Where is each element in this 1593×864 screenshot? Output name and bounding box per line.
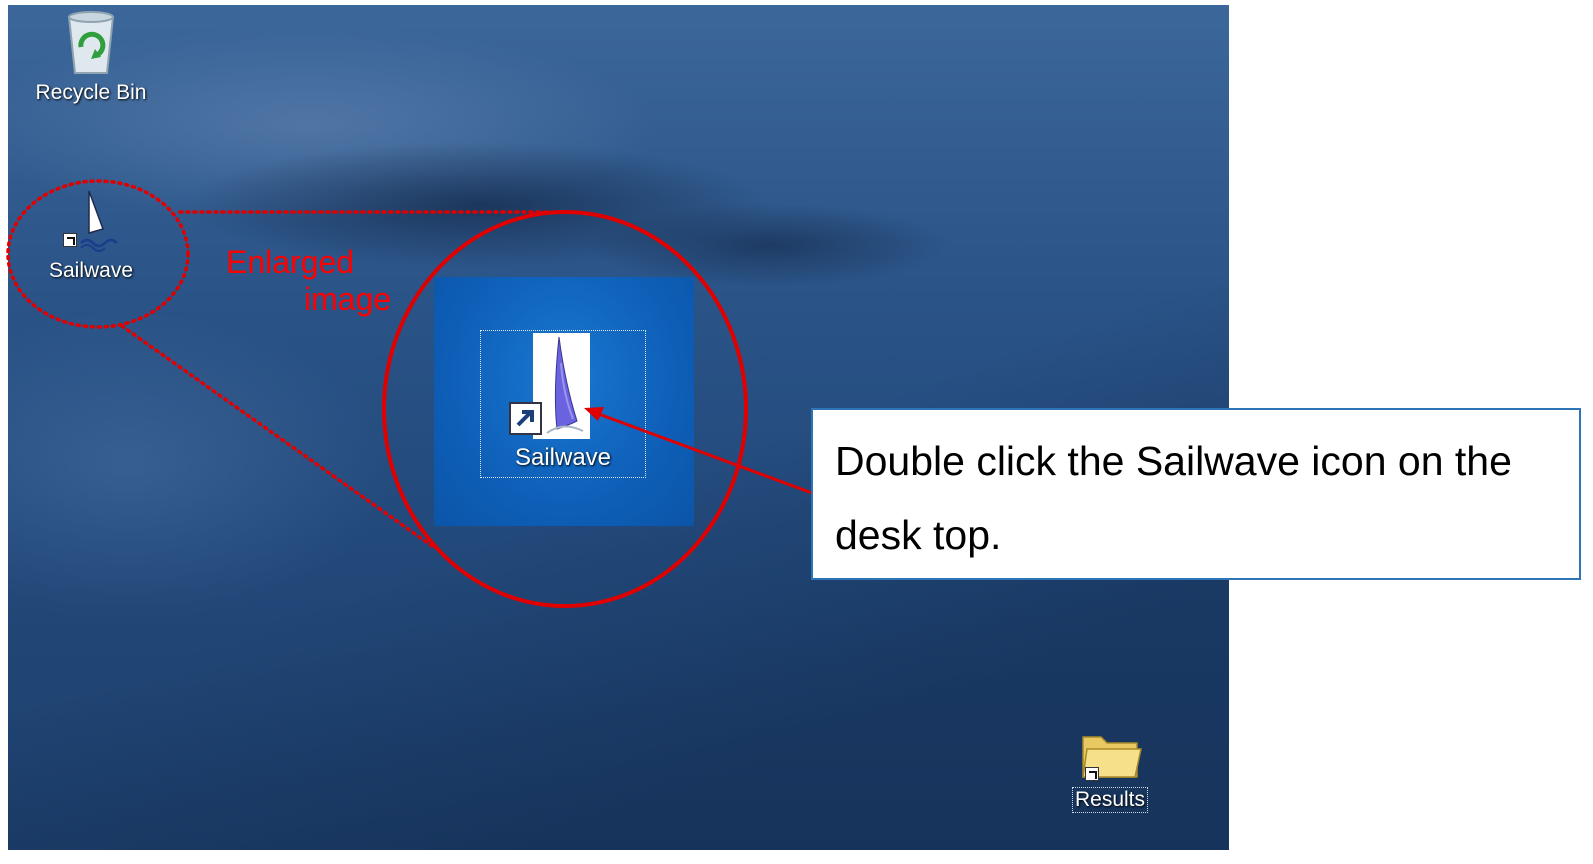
desktop-icon-sailwave[interactable]: Sailwave — [38, 189, 144, 283]
enlarged-shortcut-arrow-icon — [509, 402, 542, 435]
tutorial-screenshot: Recycle Bin Sailwave Results Sailwave En… — [0, 0, 1593, 864]
desktop-icon-recycle-bin[interactable]: Recycle Bin — [28, 7, 154, 105]
folder-icon — [1077, 727, 1143, 783]
enlarged-sailwave-label: Sailwave — [514, 444, 612, 471]
shortcut-arrow-icon — [63, 233, 77, 247]
recycle-bin-icon — [61, 7, 121, 77]
desktop-icon-results[interactable]: Results — [1065, 727, 1155, 813]
sailwave-label: Sailwave — [48, 259, 134, 282]
enlarged-image-caption-line2: image — [304, 281, 392, 317]
results-label: Results — [1071, 787, 1149, 813]
instruction-callout: Double click the Sailwave icon on the de… — [811, 408, 1581, 580]
recycle-bin-label: Recycle Bin — [35, 81, 147, 104]
enlarged-image-caption-line1: Enlarged — [226, 244, 355, 280]
sailwave-icon — [63, 189, 119, 255]
shortcut-arrow-icon — [1085, 767, 1099, 781]
instruction-text: Double click the Sailwave icon on the de… — [835, 438, 1512, 558]
